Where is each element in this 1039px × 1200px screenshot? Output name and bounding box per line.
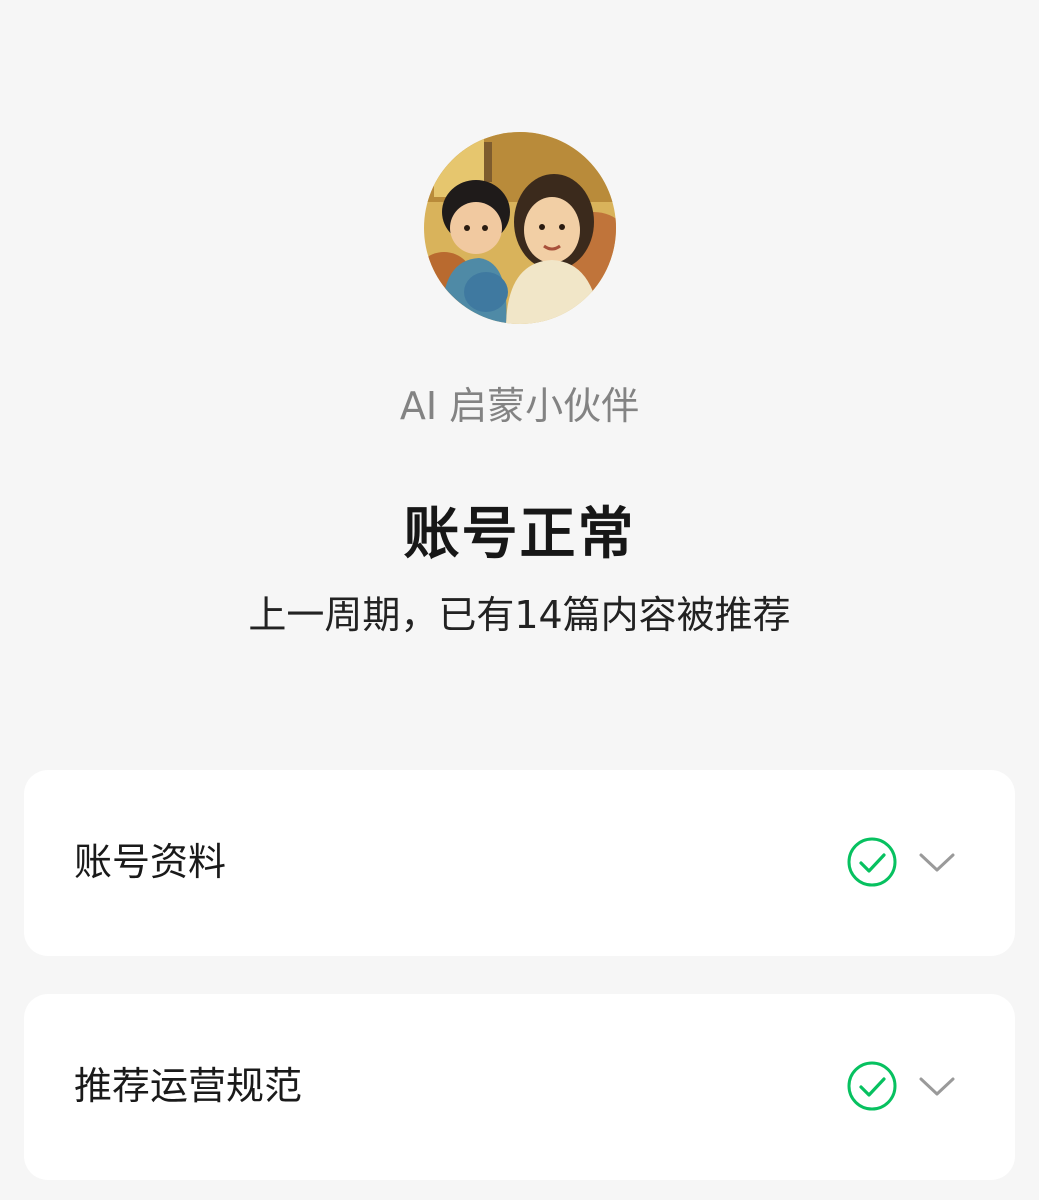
check-circle-icon — [847, 1061, 897, 1111]
check-card-recommendation-rules[interactable]: 推荐运营规范 — [24, 994, 1015, 1180]
chevron-down-icon[interactable] — [918, 1072, 956, 1100]
account-status-subtitle: 上一周期，已有14篇内容被推荐 — [248, 593, 791, 637]
check-card-label: 推荐运营规范 — [74, 1064, 303, 1108]
account-status-title: 账号正常 — [403, 502, 636, 567]
account-name: AI 启蒙小伙伴 — [399, 384, 640, 428]
check-card-label: 账号资料 — [74, 840, 227, 884]
avatar-illustration — [424, 132, 616, 324]
check-card-account-info[interactable]: 账号资料 — [24, 770, 1015, 956]
chevron-down-icon[interactable] — [918, 848, 956, 876]
avatar[interactable] — [424, 132, 616, 324]
check-circle-icon — [847, 837, 897, 887]
